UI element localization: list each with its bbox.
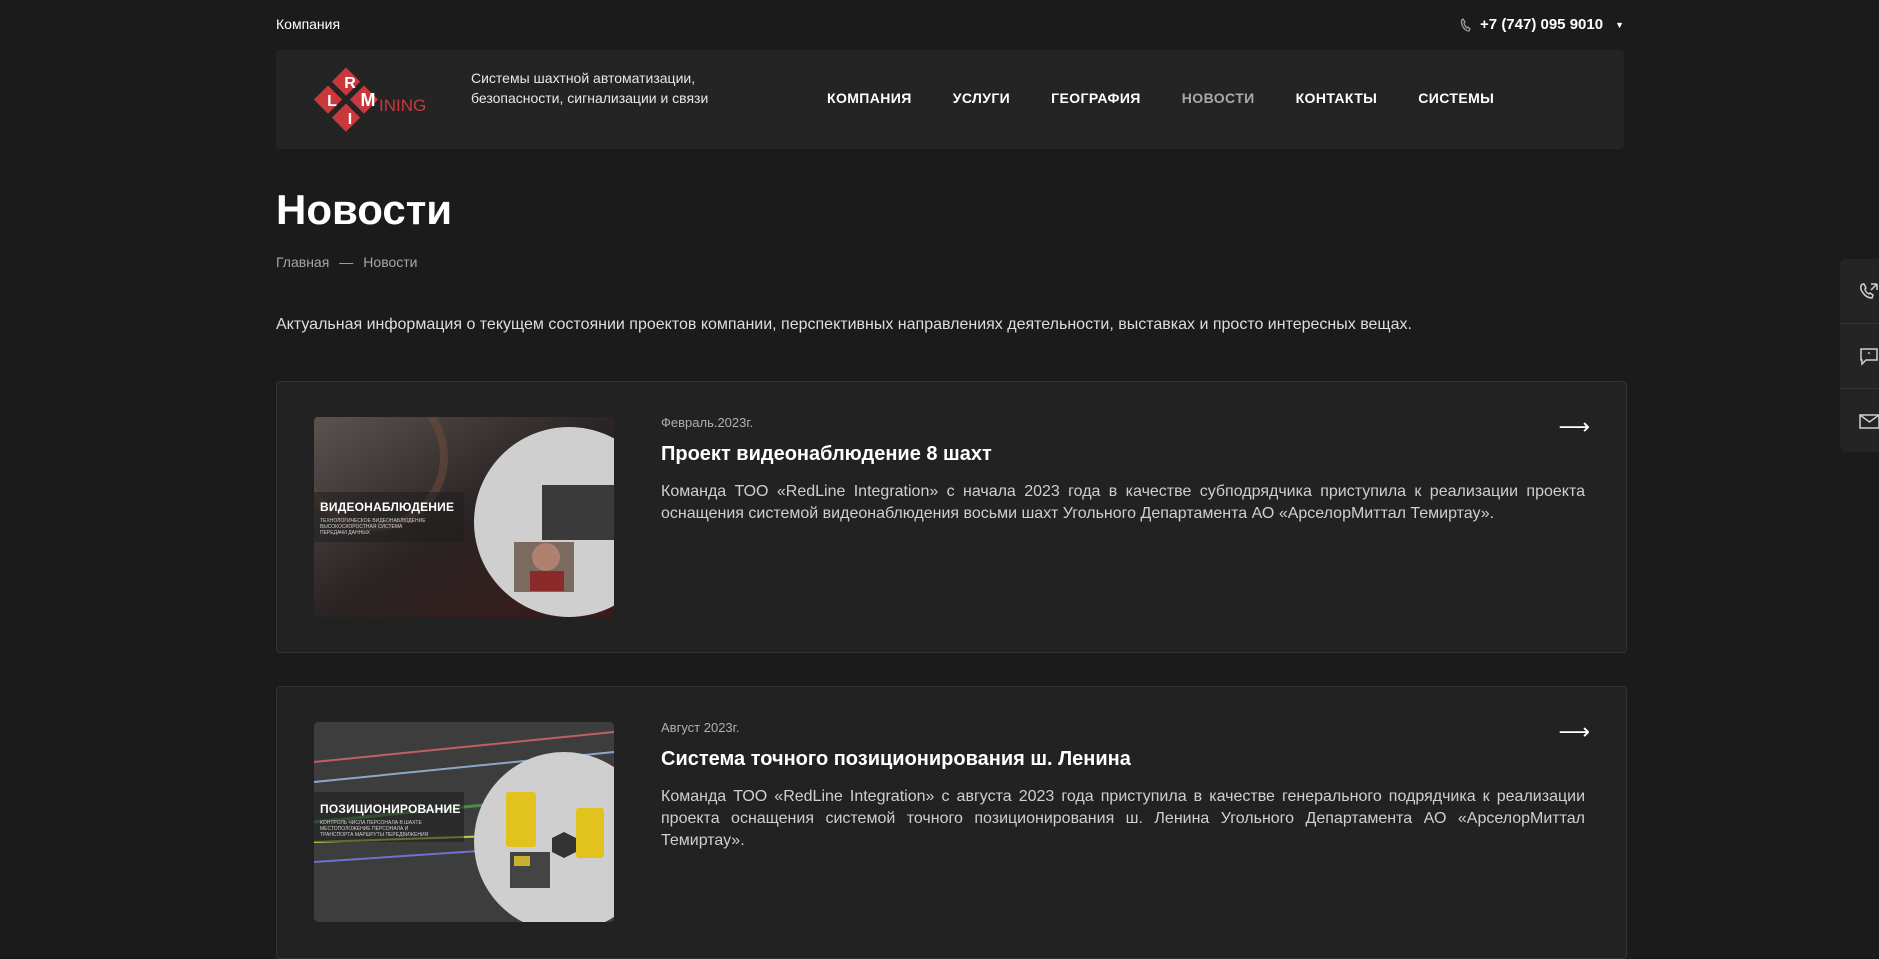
- callback-button[interactable]: [1840, 259, 1879, 323]
- breadcrumb: Главная — Новости: [276, 254, 418, 270]
- breadcrumb-separator: —: [339, 254, 354, 270]
- nav-item-company[interactable]: КОМПАНИЯ: [827, 90, 912, 106]
- svg-text:L: L: [327, 93, 337, 110]
- news-thumbnail[interactable]: ВИДЕОНАБЛЮДЕНИЕ ТЕХНОЛОГИЧЕСКОЕ ВИДЕОНАБ…: [314, 417, 614, 617]
- mail-icon: [1859, 414, 1879, 429]
- chat-icon: ": [1860, 348, 1878, 366]
- thumbnail-title: ВИДЕОНАБЛЮДЕНИЕ: [320, 500, 455, 514]
- thumbnail-subtitle: ТЕХНОЛОГИЧЕСКОЕ ВИДЕОНАБЛЮДЕНИЕ ВЫСОКОСК…: [320, 518, 426, 536]
- email-button[interactable]: [1840, 388, 1879, 453]
- main-nav: КОМПАНИЯ УСЛУГИ ГЕОГРАФИЯ НОВОСТИ КОНТАК…: [827, 90, 1494, 106]
- svg-text:M: M: [361, 90, 376, 110]
- nav-item-contacts[interactable]: КОНТАКТЫ: [1296, 90, 1378, 106]
- phone-number: +7 (747) 095 9010: [1480, 16, 1604, 33]
- page-intro: Актуальная информация о текущем состояни…: [276, 316, 1412, 333]
- logo[interactable]: R L I M INING: [306, 62, 441, 138]
- arrow-right-icon[interactable]: ⟶: [1558, 414, 1590, 440]
- svg-text:I: I: [348, 111, 352, 128]
- news-thumbnail[interactable]: ПОЗИЦИОНИРОВАНИЕ КОНТРОЛЬ ЧИСЛА ПЕРСОНАЛ…: [314, 722, 614, 922]
- phone-icon: [1460, 17, 1471, 32]
- arrow-right-icon[interactable]: ⟶: [1558, 719, 1590, 745]
- thumbnail-image: [314, 417, 614, 617]
- news-date: Февраль.2023г.: [661, 415, 754, 430]
- news-date: Август 2023г.: [661, 720, 740, 735]
- thumbnail-title: ПОЗИЦИОНИРОВАНИЕ: [320, 802, 461, 816]
- phone-callback-icon: [1860, 283, 1878, 299]
- chevron-down-icon: ▼: [1615, 19, 1624, 30]
- news-card[interactable]: ПОЗИЦИОНИРОВАНИЕ КОНТРОЛЬ ЧИСЛА ПЕРСОНАЛ…: [276, 686, 1627, 959]
- svg-text:": ": [1867, 351, 1871, 360]
- breadcrumb-home[interactable]: Главная: [276, 254, 329, 270]
- header-slogan: Системы шахтной автоматизации, безопасно…: [471, 70, 709, 106]
- news-card[interactable]: ВИДЕОНАБЛЮДЕНИЕ ТЕХНОЛОГИЧЕСКОЕ ВИДЕОНАБ…: [276, 381, 1627, 653]
- nav-item-news[interactable]: НОВОСТИ: [1182, 90, 1255, 106]
- nav-item-systems[interactable]: СИСТЕМЫ: [1418, 90, 1494, 106]
- nav-item-services[interactable]: УСЛУГИ: [953, 90, 1010, 106]
- svg-text:INING: INING: [379, 96, 426, 115]
- nav-item-geography[interactable]: ГЕОГРАФИЯ: [1051, 90, 1141, 106]
- phone-dropdown[interactable]: +7 (747) 095 9010 ▼: [1460, 16, 1624, 33]
- page-title: Новости: [276, 186, 453, 233]
- breadcrumb-current: Новости: [363, 254, 418, 270]
- news-description: Команда ТОО «RedLine Integration» с авгу…: [661, 788, 1585, 849]
- floating-contact-panel: ": [1840, 259, 1879, 452]
- news-description: Команда ТОО «RedLine Integration» с нача…: [661, 483, 1585, 522]
- chat-button[interactable]: ": [1840, 323, 1879, 388]
- site-header: R L I M INING Системы шахтной автоматиза…: [276, 50, 1624, 149]
- top-bar: Компания +7 (747) 095 9010 ▼: [276, 16, 1624, 36]
- company-link[interactable]: Компания: [276, 16, 340, 32]
- thumbnail-subtitle: КОНТРОЛЬ ЧИСЛА ПЕРСОНАЛА В ШАХТЕ МЕСТОПО…: [320, 820, 429, 838]
- news-title[interactable]: Система точного позиционирования ш. Лени…: [661, 748, 1131, 771]
- svg-text:R: R: [344, 75, 356, 92]
- news-title[interactable]: Проект видеонаблюдение 8 шахт: [661, 443, 992, 466]
